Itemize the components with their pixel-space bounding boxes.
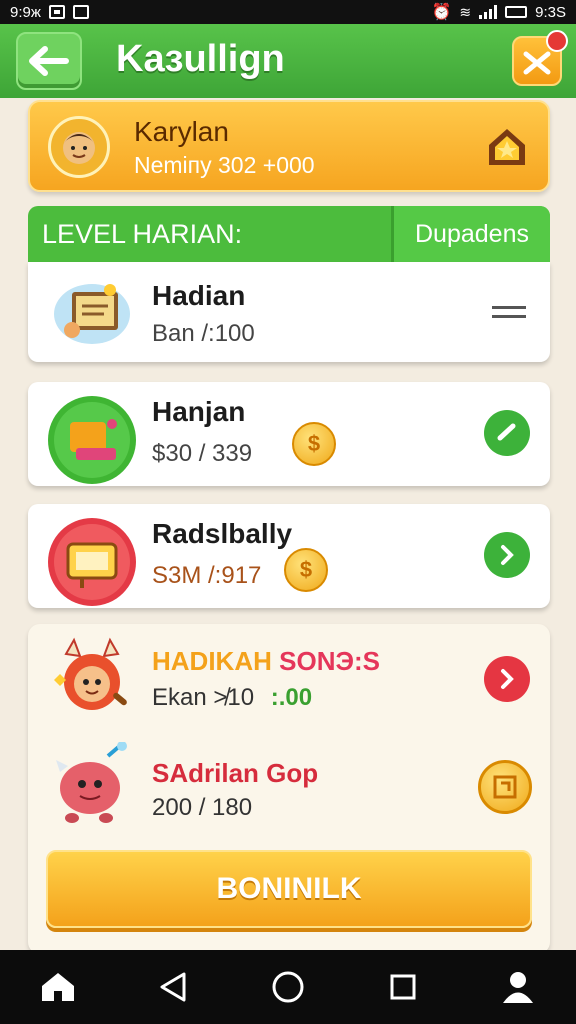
- character-avatar-icon: [48, 116, 110, 178]
- task-card[interactable]: Hanjan $30 / 339 $: [28, 382, 550, 486]
- certificate-icon: [46, 272, 138, 352]
- bonus-row-title: SAdrilan Gop: [152, 758, 319, 788]
- coin-icon: $: [284, 548, 328, 592]
- back-button[interactable]: [16, 32, 82, 90]
- check-icon[interactable]: [484, 410, 530, 456]
- back-nav-icon[interactable]: [145, 959, 201, 1015]
- task-value: Ban /:100: [152, 320, 255, 347]
- system-nav-bar: [0, 950, 576, 1024]
- task-card[interactable]: Radslbally S3M /:917 $: [28, 504, 550, 608]
- bonus-panel: HADIKAH SONЭ:S Ekan ≯10 :.00 SAdrilan Go…: [28, 624, 550, 954]
- gift-icon: [523, 51, 551, 75]
- notification-icon: [72, 5, 89, 19]
- wifi-icon: ≋: [459, 3, 472, 20]
- status-bar: 9:9ж ⏰ ≋ 9:3S: [0, 0, 576, 24]
- alarm-icon: ⏰: [431, 4, 452, 21]
- home-circle-icon[interactable]: [260, 959, 316, 1015]
- task-title: Radslbally: [152, 518, 293, 549]
- signal-icon: [479, 5, 498, 19]
- tab-dupadens[interactable]: Dupadens: [394, 206, 550, 262]
- chevron-right-icon[interactable]: [484, 532, 530, 578]
- home-badge-icon[interactable]: [484, 124, 530, 170]
- recents-icon[interactable]: [375, 959, 431, 1015]
- menu-icon[interactable]: [492, 306, 526, 318]
- task-value: S3M /:917: [152, 562, 262, 589]
- home-icon[interactable]: [30, 959, 86, 1015]
- gift-button[interactable]: [512, 30, 568, 86]
- notification-badge: [546, 30, 568, 52]
- arrow-left-icon: [29, 46, 69, 76]
- bonus-row-value: 200 / 180: [152, 794, 253, 821]
- task-value: $30 / 339: [152, 440, 253, 467]
- profile-banner[interactable]: Karylan Nemiпу 302 +000: [28, 100, 550, 192]
- chevron-right-icon[interactable]: [484, 656, 530, 702]
- gift-box-icon: [46, 396, 138, 484]
- gallery-icon: [48, 5, 65, 19]
- task-title: Hanjan: [152, 396, 246, 427]
- level-header: LEVEL HARIAN: Dupadens: [28, 206, 550, 262]
- bonus-row-value: Ekan ≯10 :.00: [152, 684, 313, 711]
- task-title: Hadian: [152, 280, 246, 311]
- level-title: LEVEL HARIAN:: [28, 206, 394, 262]
- puzzle-coin-icon[interactable]: [478, 760, 532, 814]
- board-icon: [46, 518, 138, 606]
- monster-pink-icon: [50, 741, 134, 832]
- app-header: Kaзullign: [0, 24, 576, 98]
- monster-red-icon: [46, 634, 138, 724]
- page-title: Kaзullign: [116, 38, 285, 80]
- battery-icon: [505, 6, 528, 18]
- bonus-button[interactable]: BONINILK: [46, 850, 532, 928]
- profile-subtitle: Nemiпу 302 +000: [134, 152, 315, 178]
- profile-name: Karylan: [134, 116, 229, 147]
- coin-icon: $: [292, 422, 336, 466]
- status-time-left: 9:9ж: [10, 3, 41, 21]
- profile-icon[interactable]: [490, 959, 546, 1015]
- status-time-right: 9:3S: [535, 3, 566, 21]
- bonus-row-title: HADIKAH SONЭ:S: [152, 646, 380, 676]
- task-card[interactable]: Hadian Ban /:100: [28, 262, 550, 362]
